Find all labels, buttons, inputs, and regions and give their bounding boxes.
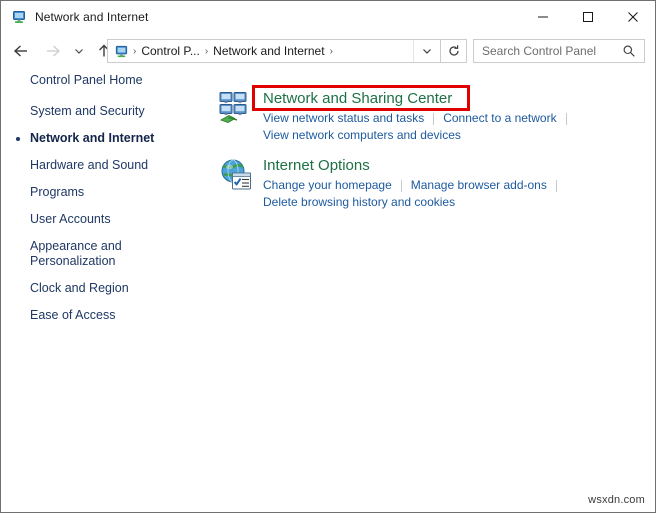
search-icon[interactable] (622, 44, 636, 58)
close-icon (627, 11, 638, 22)
link-row: Change your homepage Manage browser add-… (263, 177, 566, 194)
link-manage-browser-add-ons[interactable]: Manage browser add-ons (411, 177, 547, 194)
window-controls (520, 1, 655, 32)
category-title-network-and-sharing-center[interactable]: Network and Sharing Center (263, 89, 452, 108)
internet-options-icon (219, 158, 253, 192)
address-bar[interactable]: › Control P... › Network and Internet › (107, 39, 441, 63)
link-row: View network computers and devices (263, 127, 576, 144)
chevron-down-icon (423, 49, 431, 54)
minimize-button[interactable] (520, 1, 565, 32)
breadcrumb-separator-icon: › (329, 45, 333, 57)
window-title: Network and Internet (35, 9, 149, 24)
sidebar-navigation: Control Panel Home System and Security N… (2, 73, 207, 511)
sidebar-item-user-accounts[interactable]: User Accounts (2, 212, 207, 227)
link-row: Delete browsing history and cookies (263, 194, 566, 211)
sidebar-item-ease-of-access[interactable]: Ease of Access (2, 308, 207, 323)
link-separator (555, 179, 557, 192)
control-panel-icon (114, 44, 129, 59)
category-links: Change your homepage Manage browser add-… (263, 177, 566, 211)
link-separator (400, 179, 402, 192)
forward-arrow-icon (47, 45, 61, 57)
minimize-icon (537, 16, 548, 17)
category-body: Network and Sharing Center View network … (252, 85, 576, 144)
link-connect-to-a-network[interactable]: Connect to a network (443, 110, 556, 127)
close-button[interactable] (610, 1, 655, 32)
breadcrumb-separator-icon: › (204, 45, 209, 57)
control-panel-window: Network and Internet › Control P... › Ne… (0, 0, 656, 513)
link-separator (433, 112, 435, 125)
network-sharing-center-icon (219, 91, 253, 125)
link-change-your-homepage[interactable]: Change your homepage (263, 177, 392, 194)
breadcrumb-item-control-panel[interactable]: Control P... (138, 44, 202, 58)
breadcrumb-separator-icon: › (133, 45, 137, 57)
search-box[interactable] (473, 39, 645, 63)
address-dropdown-button[interactable] (413, 40, 440, 62)
search-input[interactable] (482, 44, 612, 58)
link-delete-browsing-history-and-cookies[interactable]: Delete browsing history and cookies (263, 194, 455, 211)
category-body: Internet Options Change your homepage Ma… (263, 156, 566, 211)
watermark: wsxdn.com (588, 494, 645, 506)
refresh-button[interactable] (441, 39, 467, 63)
forward-button[interactable] (40, 38, 66, 64)
sidebar-item-appearance-and-personalization[interactable]: Appearance and Personalization (2, 239, 207, 269)
title-bar: Network and Internet (1, 1, 655, 32)
sidebar-item-system-and-security[interactable]: System and Security (2, 104, 207, 119)
maximize-button[interactable] (565, 1, 610, 32)
maximize-icon (582, 11, 593, 22)
refresh-icon (448, 45, 459, 56)
category-links: View network status and tasks Connect to… (263, 110, 576, 144)
back-button[interactable] (8, 38, 34, 64)
recent-locations-button[interactable] (70, 38, 88, 64)
link-row: View network status and tasks Connect to… (263, 110, 576, 127)
category-network-and-sharing-center: Network and Sharing Center View network … (207, 85, 655, 144)
category-title-internet-options[interactable]: Internet Options (263, 156, 370, 175)
link-view-network-computers-and-devices[interactable]: View network computers and devices (263, 127, 461, 144)
recent-locations-chevron-icon (75, 49, 83, 54)
control-panel-icon (11, 9, 27, 25)
link-separator (565, 112, 567, 125)
back-arrow-icon (13, 45, 27, 57)
category-internet-options: Internet Options Change your homepage Ma… (207, 156, 655, 211)
breadcrumb-item-network-and-internet[interactable]: Network and Internet (210, 44, 327, 58)
main-content: Network and Sharing Center View network … (207, 73, 655, 511)
sidebar-item-hardware-and-sound[interactable]: Hardware and Sound (2, 158, 207, 173)
link-view-network-status-and-tasks[interactable]: View network status and tasks (263, 110, 424, 127)
sidebar-item-clock-and-region[interactable]: Clock and Region (2, 281, 207, 296)
sidebar-item-network-and-internet[interactable]: Network and Internet (2, 131, 207, 146)
sidebar-item-programs[interactable]: Programs (2, 185, 207, 200)
sidebar-item-control-panel-home[interactable]: Control Panel Home (2, 73, 207, 88)
